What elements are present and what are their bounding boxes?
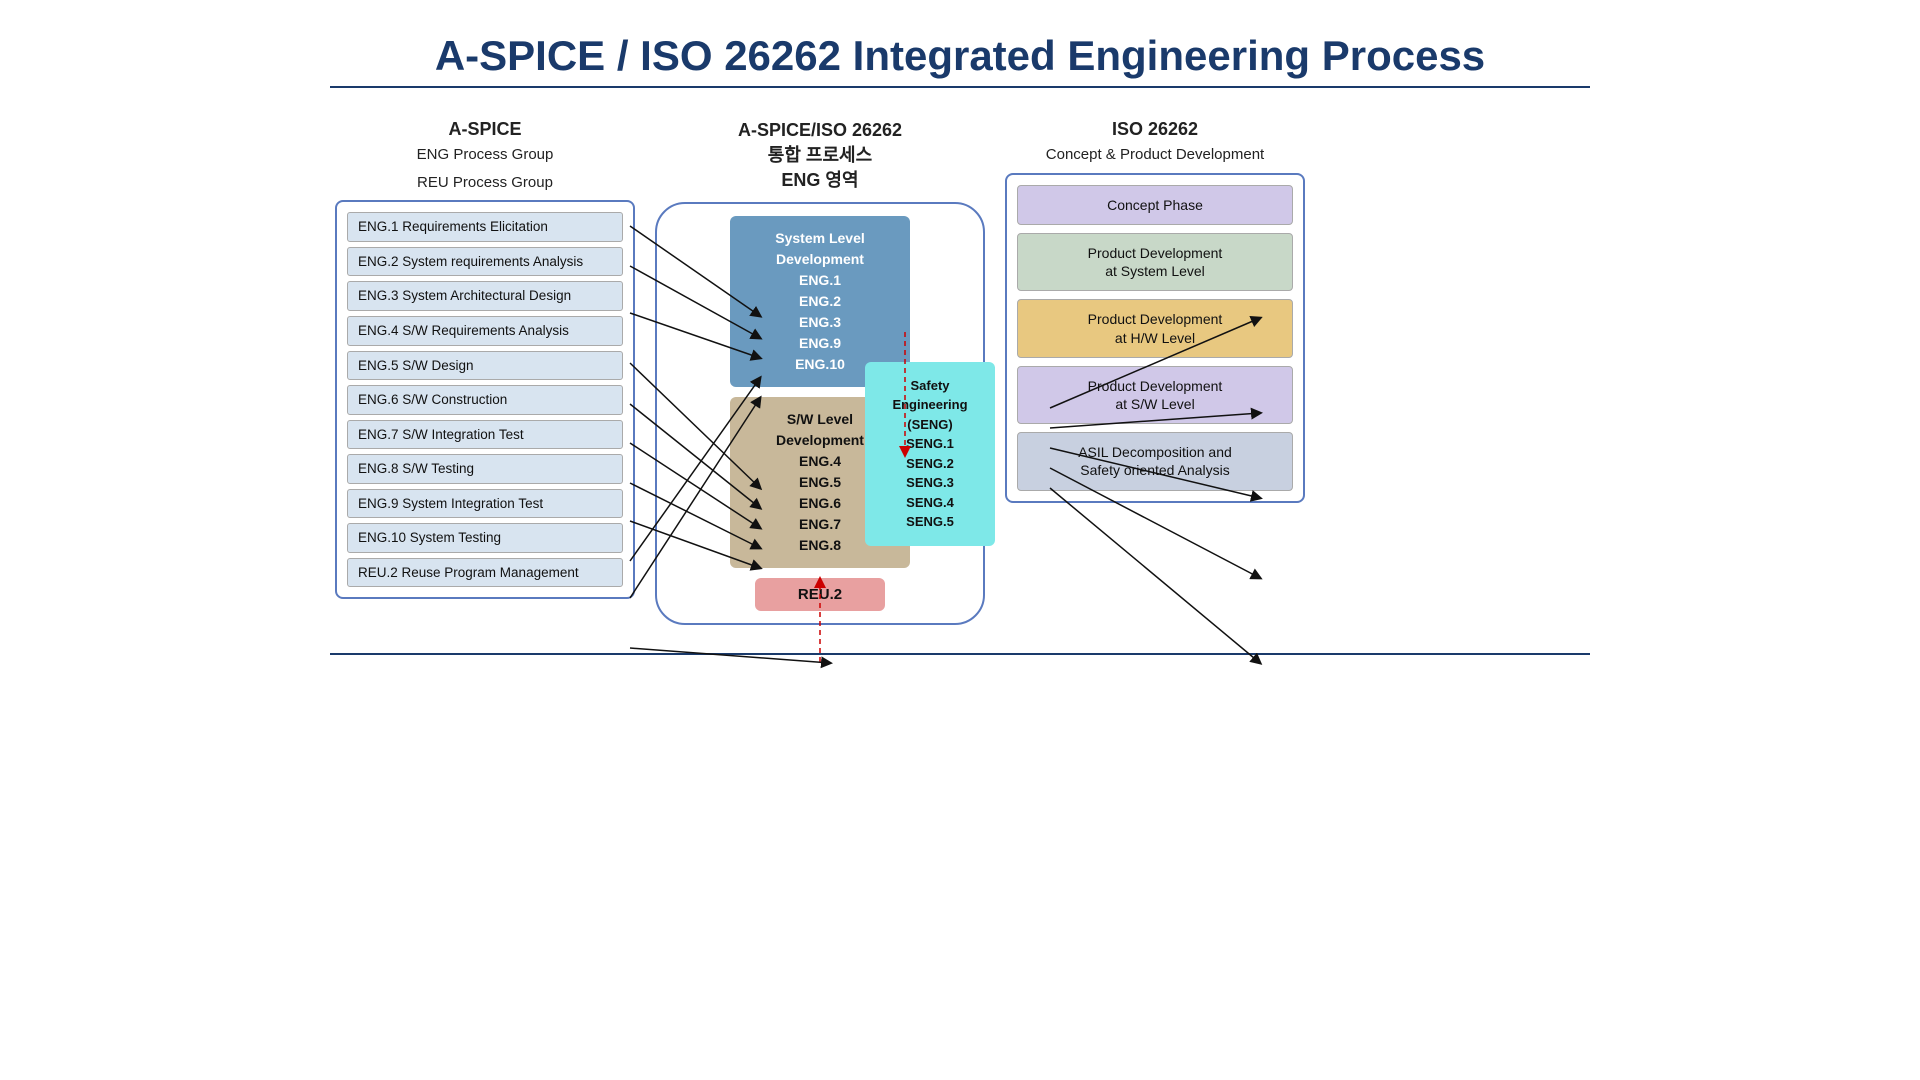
right-box: Concept Phase Product Development at Syst… [1005,173,1305,503]
bottom-line [330,653,1590,655]
left-eng-item: ENG.2 System requirements Analysis [347,247,623,277]
center-reu-box: REU.2 [755,578,885,611]
right-iso-item: Product Development at S/W Level [1017,366,1293,424]
left-eng-item: REU.2 Reuse Program Management [347,558,623,588]
center-panel: A-SPICE/ISO 26262 통합 프로세스 ENG 영역 System … [640,118,1000,625]
diagram-wrapper: A-SPICE ENG Process Group REU Process Gr… [330,118,1590,625]
left-box: ENG.1 Requirements Elicitation ENG.2 Syst… [335,200,635,599]
left-panel-subtitle1: ENG Process Group [417,145,554,165]
right-iso-item: ASIL Decomposition and Safety oriented A… [1017,432,1293,490]
right-panel: ISO 26262 Concept & Product Development … [1000,118,1310,503]
right-iso-item: Concept Phase [1017,185,1293,225]
safety-box: SafetyEngineering(SENG) SENG.1SENG.2SENG… [865,362,995,546]
left-panel: A-SPICE ENG Process Group REU Process Gr… [330,118,640,599]
left-eng-item: ENG.1 Requirements Elicitation [347,212,623,242]
left-eng-item: ENG.3 System Architectural Design [347,281,623,311]
right-panel-title: ISO 26262 [1112,118,1198,141]
center-panel-title: A-SPICE/ISO 26262 통합 프로세스 ENG 영역 [738,118,902,194]
diagram-container: A-SPICE ENG Process Group REU Process Gr… [330,118,1590,625]
left-eng-item: ENG.6 S/W Construction [347,385,623,415]
left-eng-item: ENG.9 System Integration Test [347,489,623,519]
left-eng-item: ENG.4 S/W Requirements Analysis [347,316,623,346]
title-underline [330,86,1590,88]
right-iso-item: Product Development at H/W Level [1017,299,1293,357]
page-title: A-SPICE / ISO 26262 Integrated Engineeri… [435,32,1485,80]
center-system-box: System LevelDevelopment ENG.1ENG.2ENG.3E… [730,216,910,387]
left-eng-item: ENG.8 S/W Testing [347,454,623,484]
left-eng-item: ENG.7 S/W Integration Test [347,420,623,450]
left-panel-subtitle2: REU Process Group [417,173,553,193]
right-panel-subtitle: Concept & Product Development [1046,145,1264,165]
left-panel-title: A-SPICE [448,118,521,141]
left-eng-item: ENG.5 S/W Design [347,351,623,381]
right-iso-item: Product Development at System Level [1017,233,1293,291]
left-eng-item: ENG.10 System Testing [347,523,623,553]
